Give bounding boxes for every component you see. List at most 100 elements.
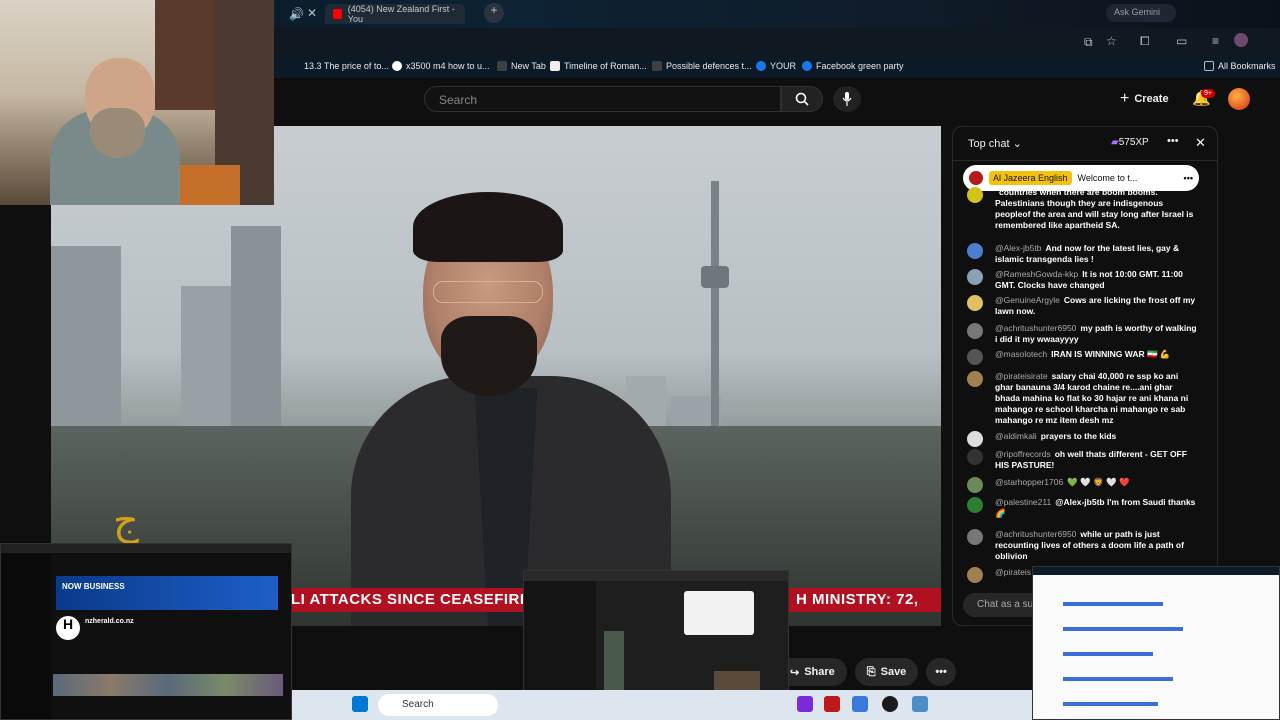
more-icon: ••• bbox=[935, 666, 947, 678]
presenter-hair bbox=[413, 192, 563, 262]
close-icon[interactable]: ✕ bbox=[1195, 135, 1206, 151]
chat-avatar[interactable] bbox=[967, 431, 983, 447]
search-input[interactable]: Search bbox=[424, 86, 781, 112]
all-bookmarks[interactable]: All Bookmarks bbox=[1204, 61, 1276, 71]
mini-tabstrip bbox=[1033, 567, 1279, 575]
chat-message[interactable]: @pirateisirate salary chai 40,000 re ssp … bbox=[967, 371, 1197, 426]
chat-avatar[interactable] bbox=[967, 497, 983, 513]
chat-avatar[interactable] bbox=[967, 477, 983, 493]
chat-avatar[interactable] bbox=[967, 567, 983, 583]
chat-avatar[interactable] bbox=[967, 187, 983, 203]
mini-link bbox=[1063, 677, 1173, 681]
mini-tabstrip bbox=[1, 544, 291, 553]
chat-avatar[interactable] bbox=[967, 295, 983, 311]
speaker-icon[interactable]: 🔊 bbox=[289, 7, 304, 21]
chat-message-body: @starhopper1706 💚 🤍 🦁 🤍 ❤️ bbox=[995, 477, 1197, 488]
top-chat-dropdown[interactable]: Top chat ⌄ bbox=[968, 137, 1022, 150]
bookmark-item[interactable]: x3500 m4 how to u... bbox=[392, 61, 490, 71]
chat-author[interactable]: @masolotech bbox=[995, 349, 1047, 359]
star-icon[interactable]: ☆ bbox=[1106, 34, 1117, 48]
bookmark-item[interactable]: New Tab bbox=[497, 61, 546, 71]
app-icon[interactable] bbox=[882, 696, 898, 712]
chat-author[interactable]: @aldimkali bbox=[995, 431, 1037, 441]
webcam-overlay bbox=[0, 0, 274, 205]
xp-icon: ▰ bbox=[1111, 137, 1119, 148]
chat-author[interactable]: @GenuineArgyle bbox=[995, 295, 1060, 305]
chat-message[interactable]: @masolotech IRAN IS WINNING WAR 🇮🇷 💪 bbox=[967, 349, 1197, 365]
chat-author[interactable]: @RameshGowda-kkp bbox=[995, 269, 1078, 279]
chat-message[interactable]: countries when there are boom booms. Pal… bbox=[967, 187, 1197, 231]
chat-author[interactable]: @ripoffrecords bbox=[995, 449, 1051, 459]
mini-tabstrip bbox=[524, 571, 788, 581]
chat-message[interactable]: @achritushunter6950 while ur path is just… bbox=[967, 529, 1197, 562]
voice-search-button[interactable] bbox=[833, 86, 861, 112]
close-tab-icon[interactable]: ✕ bbox=[307, 6, 317, 20]
more-icon[interactable]: ••• bbox=[1184, 173, 1193, 183]
chat-message[interactable]: @starhopper1706 💚 🤍 🦁 🤍 ❤️ bbox=[967, 477, 1197, 493]
chat-author[interactable]: @palestine211 bbox=[995, 497, 1051, 507]
install-icon[interactable]: ⧉ bbox=[1084, 35, 1093, 50]
person-beard bbox=[90, 108, 145, 158]
chat-message[interactable]: @aldimkali prayers to the kids bbox=[967, 431, 1197, 447]
profile-avatar[interactable] bbox=[1234, 33, 1248, 47]
more-actions-button[interactable]: ••• bbox=[926, 658, 956, 686]
chat-text: 💚 🤍 🦁 🤍 ❤️ bbox=[1067, 477, 1130, 487]
app-icon[interactable] bbox=[797, 696, 813, 712]
app-icon[interactable] bbox=[912, 696, 928, 712]
chat-message[interactable]: @ripoffrecords oh well thats different - … bbox=[967, 449, 1197, 471]
chat-message[interactable]: @Alex-jb5tb And now for the latest lies, … bbox=[967, 243, 1197, 265]
save-button[interactable]: ⎘ Save bbox=[854, 658, 919, 686]
app-icon[interactable] bbox=[824, 696, 840, 712]
chat-author[interactable]: @Alex-jb5tb bbox=[995, 243, 1041, 253]
mini-dialog bbox=[684, 591, 754, 635]
chat-message[interactable]: @achritushunter6950 my path is worthy of … bbox=[967, 323, 1197, 345]
new-tab-button[interactable]: + bbox=[484, 3, 504, 23]
windows-taskbar: Search bbox=[292, 690, 1032, 720]
chat-avatar[interactable] bbox=[967, 529, 983, 545]
door bbox=[155, 0, 215, 110]
extensions-icon[interactable]: ⧠ bbox=[1140, 34, 1150, 49]
presenter-glasses bbox=[433, 281, 543, 303]
account-avatar[interactable] bbox=[1228, 88, 1250, 110]
page-icon bbox=[652, 61, 662, 71]
taskbar-search[interactable]: Search bbox=[378, 694, 498, 716]
settings-icon[interactable] bbox=[852, 696, 868, 712]
chat-author[interactable]: @achritushunter6950 bbox=[995, 529, 1076, 539]
chat-header: Top chat ⌄ ▰575XP ••• ✕ bbox=[953, 127, 1217, 161]
more-icon[interactable]: ••• bbox=[1167, 135, 1179, 147]
chat-author[interactable]: @pirateisirate bbox=[995, 371, 1048, 381]
chat-message-body: @pirateisirate salary chai 40,000 re ssp … bbox=[995, 371, 1197, 426]
chat-avatar[interactable] bbox=[967, 349, 983, 365]
chat-message[interactable]: @GenuineArgyle Cows are licking the frost… bbox=[967, 295, 1197, 317]
create-button[interactable]: + Create bbox=[1120, 88, 1169, 110]
chat-author[interactable]: @starhopper1706 bbox=[995, 477, 1063, 487]
chat-message-body: @masolotech IRAN IS WINNING WAR 🇮🇷 💪 bbox=[995, 349, 1197, 360]
xp-badge[interactable]: ▰575XP bbox=[1111, 137, 1149, 148]
search-button[interactable] bbox=[781, 86, 823, 112]
chat-avatar[interactable] bbox=[967, 269, 983, 285]
google-icon bbox=[392, 61, 402, 71]
ask-gemini-button[interactable]: Ask Gemini bbox=[1106, 4, 1176, 22]
bookmark-item[interactable]: Facebook green party bbox=[802, 61, 904, 71]
tower-pod bbox=[701, 266, 729, 288]
chat-author[interactable]: @achritushunter6950 bbox=[995, 323, 1076, 333]
sidebar-icon[interactable]: ▭ bbox=[1176, 34, 1187, 48]
tab-title: (4054) New Zealand First - You bbox=[347, 4, 455, 24]
chat-avatar[interactable] bbox=[967, 243, 983, 259]
chat-avatar[interactable] bbox=[967, 371, 983, 387]
bookmark-item[interactable]: YOUR bbox=[756, 61, 796, 71]
wikipedia-icon bbox=[550, 61, 560, 71]
bookmark-item[interactable]: Timeline of Roman... bbox=[550, 61, 647, 71]
tab-youtube[interactable]: (4054) New Zealand First - You bbox=[325, 4, 465, 24]
reading-list-icon[interactable]: ≡ bbox=[1212, 34, 1219, 48]
chat-message[interactable]: @RameshGowda-kkp It is not 10:00 GMT. 11:… bbox=[967, 269, 1197, 291]
channel-avatar bbox=[969, 171, 983, 185]
chat-author[interactable]: @pirateis bbox=[995, 567, 1031, 577]
bookmark-item[interactable]: 13.3 The price of to... bbox=[304, 61, 389, 71]
chat-avatar[interactable] bbox=[967, 449, 983, 465]
chat-avatar[interactable] bbox=[967, 323, 983, 339]
video-actions: ↪ Share ⎘ Save ••• bbox=[778, 658, 956, 686]
windows-start-icon[interactable] bbox=[352, 696, 368, 712]
chat-message[interactable]: @palestine211 @Alex-jb5tb I'm from Saudi … bbox=[967, 497, 1197, 519]
bookmark-item[interactable]: Possible defences t... bbox=[652, 61, 752, 71]
